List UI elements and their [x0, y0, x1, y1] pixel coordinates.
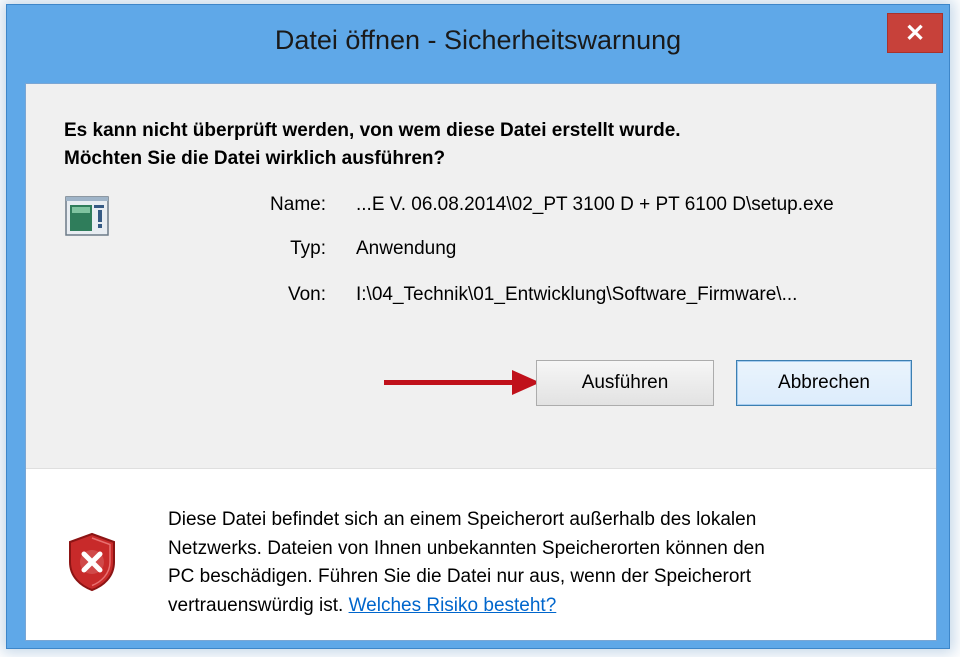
red-arrow-annotation [384, 370, 540, 395]
run-button[interactable]: Ausführen [536, 360, 714, 406]
warning-line-1: Diese Datei befindet sich an einem Speic… [168, 509, 757, 530]
from-label: Von: [287, 284, 326, 305]
risk-info-link[interactable]: Welches Risiko besteht? [349, 595, 557, 616]
name-value: ...E V. 06.08.2014\02_PT 3100 D + PT 610… [356, 194, 834, 215]
divider [26, 468, 936, 469]
type-label: Typ: [290, 238, 326, 259]
close-icon: ✕ [904, 19, 926, 47]
application-icon [65, 196, 109, 236]
question-line-2: Möchten Sie die Datei wirklich ausführen… [64, 148, 446, 169]
file-info-panel: Es kann nicht überprüft werden, von wem … [26, 84, 936, 468]
name-label: Name: [270, 194, 326, 215]
warning-line-3: PC beschädigen. Führen Sie die Datei nur… [168, 566, 752, 587]
security-warning-dialog: Datei öffnen - Sicherheitswarnung ✕ Es k… [6, 4, 950, 649]
title-bar[interactable]: Datei öffnen - Sicherheitswarnung ✕ [7, 5, 949, 83]
warning-text: Diese Datei befindet sich an einem Speic… [168, 506, 928, 620]
question-line-1: Es kann nicht überprüft werden, von wem … [64, 120, 681, 141]
security-shield-error-icon [69, 532, 115, 592]
warning-line-4: vertrauenswürdig ist. Welches Risiko bes… [168, 592, 928, 621]
cancel-button[interactable]: Abbrechen [736, 360, 912, 406]
question-text: Es kann nicht überprüft werden, von wem … [64, 117, 904, 173]
close-button[interactable]: ✕ [887, 13, 943, 53]
type-value: Anwendung [356, 238, 457, 259]
warning-line-4-text: vertrauenswürdig ist. [168, 594, 349, 616]
warning-line-2: Netzwerks. Dateien von Ihnen unbekannten… [168, 537, 765, 559]
from-value: I:\04_Technik\01_Entwicklung\Software_Fi… [356, 284, 798, 305]
window-title: Datei öffnen - Sicherheitswarnung [274, 25, 682, 55]
dialog-body: Es kann nicht überprüft werden, von wem … [25, 83, 937, 641]
